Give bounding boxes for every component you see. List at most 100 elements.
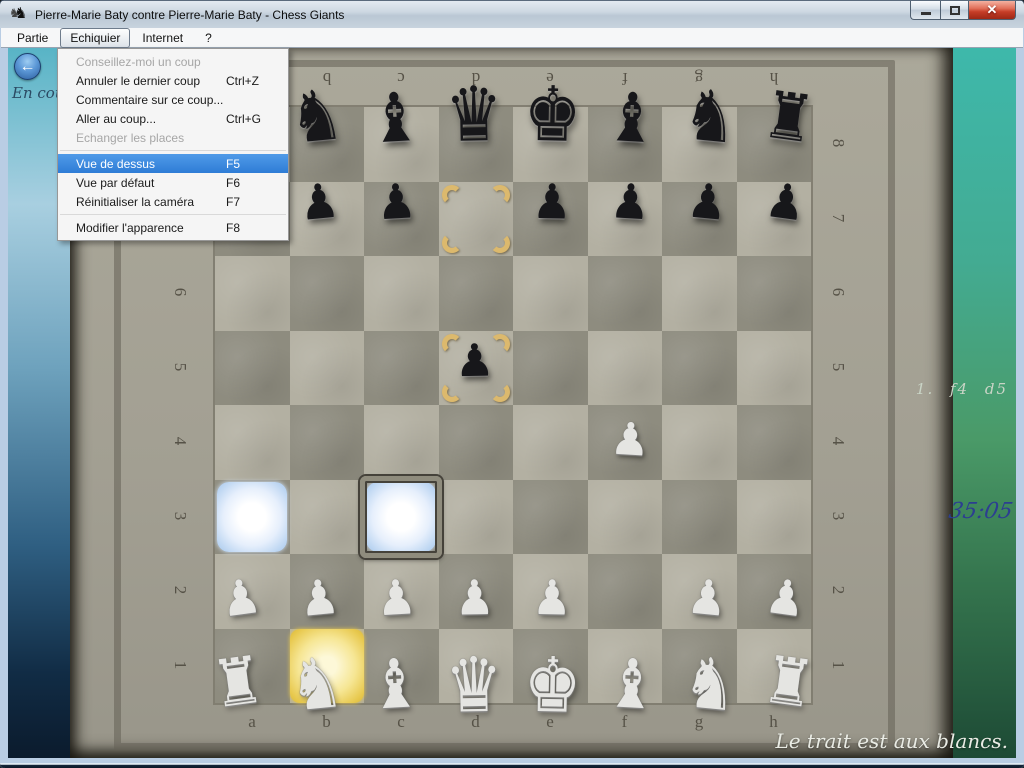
piece-black-pawn-g7[interactable]: ♟ — [668, 175, 747, 230]
piece-white-knight-b1[interactable]: ♞ — [275, 646, 356, 723]
menu-item-label: Conseillez-moi un coup — [76, 55, 201, 69]
menu-item-commentaire-sur-ce-coup[interactable]: Commentaire sur ce coup... — [58, 90, 288, 109]
backdrop-right — [953, 48, 1016, 758]
square-h5[interactable] — [737, 331, 812, 406]
square-f6[interactable] — [588, 256, 663, 331]
piece-white-bishop-c1[interactable]: ♝ — [356, 648, 434, 720]
square-a5[interactable] — [215, 331, 290, 406]
piece-black-knight-g8[interactable]: ♞ — [670, 79, 751, 156]
menu-separator — [60, 150, 286, 151]
square-g3[interactable] — [662, 480, 737, 555]
menu-item-label: Commentaire sur ce coup... — [76, 93, 223, 107]
square-g4[interactable] — [662, 405, 737, 480]
minimize-button[interactable] — [910, 1, 940, 20]
menu-item-shortcut: F5 — [226, 157, 278, 171]
menu-item-shortcut: F6 — [226, 176, 278, 190]
menu-item-reinitialiser-la-camera[interactable]: Réinitialiser la caméraF7 — [58, 192, 288, 211]
piece-white-pawn-a2[interactable]: ♟ — [201, 570, 281, 628]
board-coordinate-label: 8 — [828, 132, 848, 154]
menubar-item-echiquier[interactable]: Echiquier — [60, 28, 130, 48]
board-coordinate-label: 7 — [828, 207, 848, 229]
square-h3[interactable] — [737, 480, 812, 555]
piece-white-rook-h1[interactable]: ♜ — [747, 646, 830, 720]
piece-white-pawn-b2[interactable]: ♟ — [279, 572, 358, 627]
menu-item-shortcut: Ctrl+Z — [226, 74, 278, 88]
corner-marker-icon — [490, 233, 510, 253]
square-b4[interactable] — [290, 405, 365, 480]
piece-white-pawn-c2[interactable]: ♟ — [358, 573, 435, 625]
piece-black-pawn-h7[interactable]: ♟ — [745, 174, 825, 232]
menu-item-vue-par-defaut[interactable]: Vue par défaut F6 — [58, 173, 288, 192]
piece-black-pawn-b7[interactable]: ♟ — [279, 175, 358, 230]
piece-white-pawn-f4[interactable]: ♟ — [591, 416, 668, 465]
piece-black-pawn-e7[interactable]: ♟ — [514, 178, 589, 227]
menu-item-label: Vue par défaut — [76, 176, 154, 190]
maximize-icon — [950, 6, 960, 15]
menu-item-label: Echanger les places — [76, 131, 184, 145]
piece-white-pawn-h2[interactable]: ♟ — [745, 570, 825, 628]
piece-white-pawn-g2[interactable]: ♟ — [668, 572, 747, 627]
piece-white-pawn-d2[interactable]: ♟ — [436, 575, 511, 624]
menu-item-echanger-les-places[interactable]: Echanger les places — [58, 128, 288, 147]
corner-marker-icon — [490, 185, 510, 205]
square-c4[interactable] — [364, 405, 439, 480]
menu-item-vue-de-dessus[interactable]: Vue de dessusF5 — [58, 154, 288, 173]
board-coordinate-label: 6 — [828, 281, 848, 303]
square-e6[interactable] — [513, 256, 588, 331]
square-a4[interactable] — [215, 405, 290, 480]
square-b5[interactable] — [290, 331, 365, 406]
square-f5[interactable] — [588, 331, 663, 406]
close-button[interactable]: ✕ — [969, 1, 1016, 20]
board-coordinate-label: 5 — [828, 356, 848, 378]
piece-black-bishop-f8[interactable]: ♝ — [592, 82, 670, 154]
square-e3[interactable] — [513, 480, 588, 555]
menubar-item-partie[interactable]: Partie — [7, 28, 58, 48]
menubar-item-internet[interactable]: Internet — [132, 28, 193, 48]
square-h4[interactable] — [737, 405, 812, 480]
square-b3[interactable] — [290, 480, 365, 555]
square-a6[interactable] — [215, 256, 290, 331]
piece-white-king-e1[interactable]: ♚ — [515, 648, 591, 725]
corner-marker-icon — [442, 233, 462, 253]
square-c6[interactable] — [364, 256, 439, 331]
menu-item-aller-au-coup[interactable]: Aller au coup...Ctrl+G — [58, 109, 288, 128]
piece-white-rook-a1[interactable]: ♜ — [197, 646, 280, 720]
square-f3[interactable] — [588, 480, 663, 555]
app-window: ♞ ♞ Pierre-Marie Baty contre Pierre-Mari… — [0, 0, 1024, 768]
clock-text: 35:05 — [946, 499, 1014, 524]
piece-black-pawn-c7[interactable]: ♟ — [358, 177, 435, 229]
square-d4[interactable] — [439, 405, 514, 480]
square-g5[interactable] — [662, 331, 737, 406]
square-g6[interactable] — [662, 256, 737, 331]
menubar: PartieEchiquierInternet? — [1, 28, 1023, 48]
square-e5[interactable] — [513, 331, 588, 406]
piece-white-pawn-e2[interactable]: ♟ — [514, 575, 589, 624]
square-h6[interactable] — [737, 256, 812, 331]
menu-item-annuler-le-dernier-coup[interactable]: Annuler le dernier coupCtrl+Z — [58, 71, 288, 90]
maximize-button[interactable] — [940, 1, 969, 20]
piece-black-king-e8[interactable]: ♚ — [515, 77, 591, 154]
piece-white-queen-d1[interactable]: ♛ — [435, 648, 511, 725]
corner-marker-icon — [442, 185, 462, 205]
square-f2[interactable] — [588, 554, 663, 629]
square-d3[interactable] — [439, 480, 514, 555]
window-title: Pierre-Marie Baty contre Pierre-Marie Ba… — [35, 8, 344, 22]
menu-item-modifier-l-apparence[interactable]: Modifier l'apparenceF8 — [58, 218, 288, 237]
piece-black-bishop-c8[interactable]: ♝ — [356, 82, 434, 154]
piece-black-queen-d8[interactable]: ♛ — [435, 77, 511, 154]
piece-black-rook-h8[interactable]: ♜ — [747, 82, 830, 156]
back-button[interactable]: ← — [14, 53, 41, 80]
piece-black-pawn-d5[interactable]: ♟ — [436, 338, 511, 384]
menubar-item-help[interactable]: ? — [195, 28, 222, 48]
board-coordinate-label: 1 — [170, 654, 190, 676]
piece-white-knight-g1[interactable]: ♞ — [670, 646, 751, 723]
menu-item-conseillez-moi-un-coup[interactable]: Conseillez-moi un coup — [58, 52, 288, 71]
square-d6[interactable] — [439, 256, 514, 331]
piece-white-bishop-f1[interactable]: ♝ — [592, 648, 670, 720]
square-e4[interactable] — [513, 405, 588, 480]
square-c5[interactable] — [364, 331, 439, 406]
board-coordinate-label: 3 — [828, 505, 848, 527]
menu-item-label: Réinitialiser la caméra — [76, 195, 194, 209]
square-b6[interactable] — [290, 256, 365, 331]
piece-black-pawn-f7[interactable]: ♟ — [591, 177, 668, 229]
